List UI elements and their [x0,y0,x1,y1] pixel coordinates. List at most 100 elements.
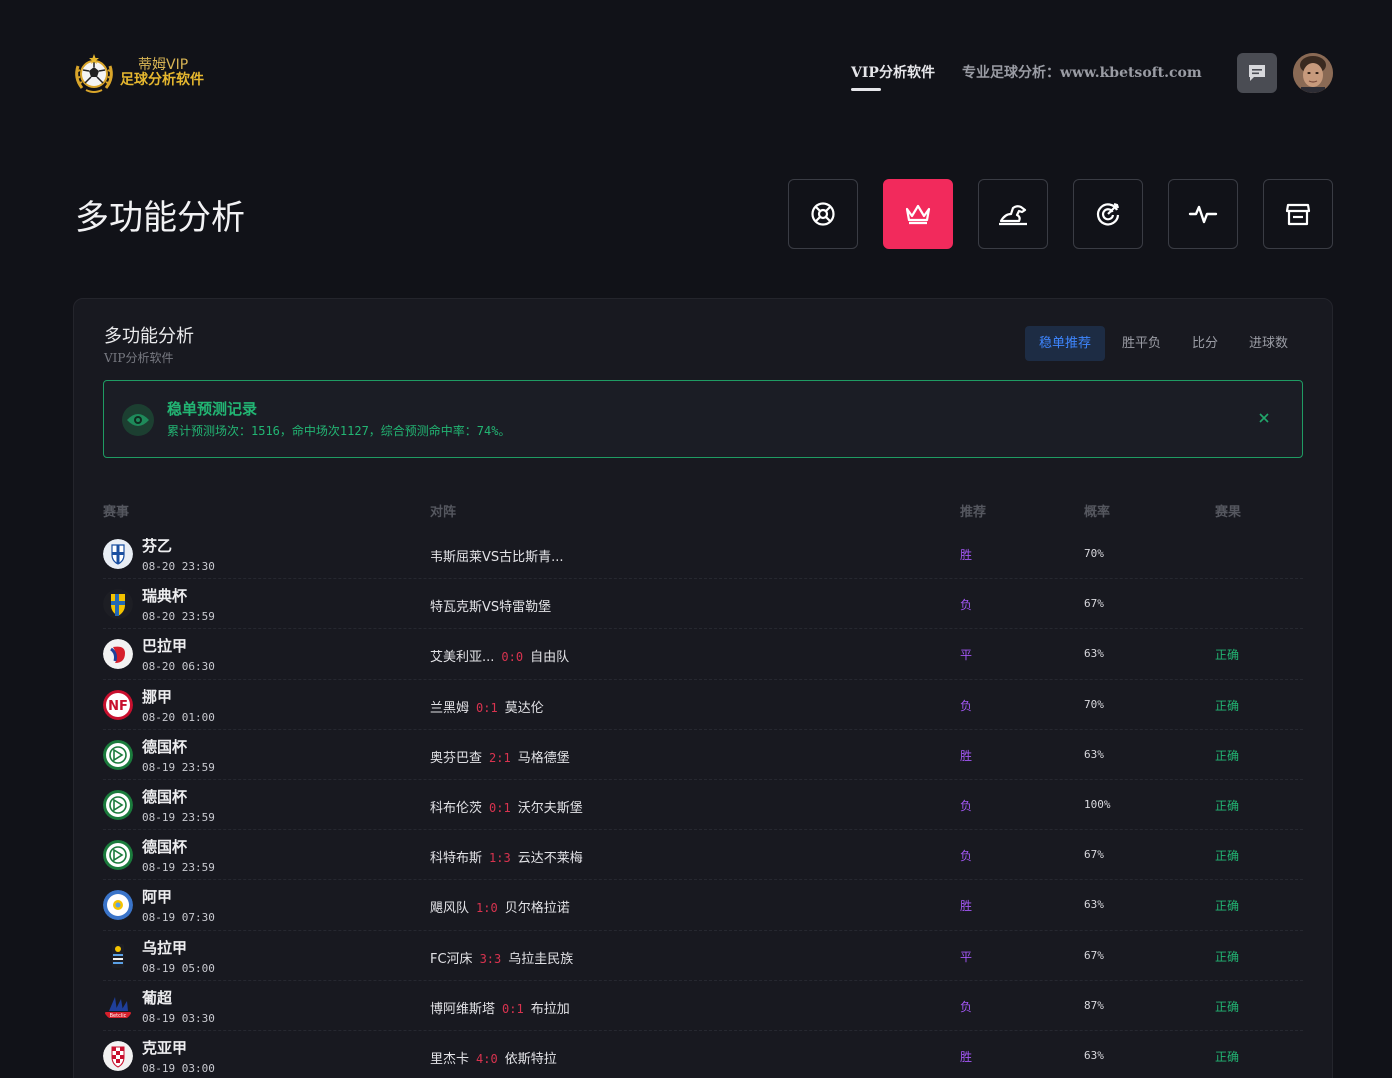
target-icon [1096,202,1120,226]
quick-target-button[interactable] [1073,179,1143,249]
away-team: 莫达伦 [504,700,544,716]
probability: 70% [1084,697,1104,711]
table-row-1[interactable]: 芬乙 08-20 23:30 韦斯屈莱VS古比斯青... 胜 70% [103,529,1303,580]
close-icon[interactable] [1256,410,1272,426]
recommendation: 负 [960,999,973,1014]
tab-score[interactable]: 比分 [1178,326,1232,361]
table-row-4[interactable]: NF 挪甲 08-20 01:00 兰黑姆 0:1 莫达伦 负 70% 正确 [103,680,1303,730]
probability: 70% [1084,547,1104,560]
germany-flag-icon [103,840,133,871]
recommendation: 负 [960,849,973,864]
finland-flag-icon [103,539,133,569]
header-pick: 推荐 [960,505,987,520]
nav-professional-analysis[interactable]: 专业足球分析：www.kbetsoft.com [962,62,1202,82]
match-result: 正确 [1215,899,1240,914]
home-team: 兰黑姆 [430,700,470,716]
user-avatar[interactable] [1293,53,1333,93]
tab-goals[interactable]: 进球数 [1235,326,1302,361]
match-result: 正确 [1215,949,1240,964]
match-teams: 飓风队 1:0 贝尔格拉诺 [430,897,570,916]
match-time: 08-20 06:30 [142,660,215,674]
chat-icon [1249,65,1265,81]
match-time: 08-20 23:59 [142,610,215,624]
eye-icon [122,404,154,436]
match-time: 08-19 07:30 [142,911,215,925]
alert-title: 稳单预测记录 [167,400,258,418]
match-teams: FC河床 3:3 乌拉圭民族 [430,948,573,967]
probability: 67% [1084,597,1104,611]
quick-pulse-button[interactable] [1168,179,1238,249]
germany-flag-icon [103,789,133,820]
brand-line1: 蒂姆VIP [138,57,189,73]
quick-store-button[interactable] [1263,179,1333,249]
probability: 87% [1084,998,1104,1012]
prediction-record-alert: 稳单预测记录 累计预测场次：1516，命中场次1127，综合预测命中率：74%。 [103,380,1303,458]
quick-football-button[interactable] [788,179,858,249]
message-button[interactable] [1237,53,1277,93]
table-row-5[interactable]: 德国杯 08-19 23:59 奥芬巴查 2:1 马格德堡 胜 63% 正确 [103,730,1303,780]
tab-stable-pick[interactable]: 稳单推荐 [1024,326,1105,361]
match-result: 正确 [1215,798,1240,813]
home-team: 里杰卡 [430,1051,470,1067]
match-teams: 里杰卡 4:0 依斯特拉 [430,1048,557,1067]
header-match: 对阵 [430,505,457,520]
home-team: 科特布斯 [430,851,483,867]
panel-subtitle: VIP分析软件 [104,351,174,365]
svg-text:Betclic: Betclic [110,1013,127,1019]
match-time: 08-20 23:30 [142,560,215,573]
match-time: 08-19 23:59 [142,810,215,824]
table-row-3[interactable]: 巴拉甲 08-20 06:30 艾美利亚... 0:0 自由队 平 63% 正确 [103,629,1303,680]
away-team: 沃尔夫斯堡 [517,800,583,816]
nav-vip-software[interactable]: VIP分析软件 [851,62,935,91]
recommendation: 负 [960,698,973,713]
away-team: 乌拉圭民族 [508,951,574,967]
match-result: 正确 [1215,748,1240,763]
match-time: 08-19 05:00 [142,961,215,975]
quick-horse-button[interactable] [978,179,1048,249]
tab-win-draw-loss[interactable]: 胜平负 [1108,326,1175,361]
away-team: 云达不莱梅 [517,851,583,867]
quick-crown-button[interactable] [883,179,953,249]
table-row-11[interactable]: 克亚甲 08-19 03:00 里杰卡 4:0 依斯特拉 胜 63% 正确 [103,1031,1303,1078]
brand-line2: 足球分析软件 [120,72,204,88]
league-name: 乌拉甲 [142,938,188,957]
probability: 63% [1084,747,1104,761]
portugal-flag-icon: Betclic [103,991,133,1021]
header-result: 赛果 [1215,505,1242,520]
table-row-6[interactable]: 德国杯 08-19 23:59 科布伦茨 0:1 沃尔夫斯堡 负 100% 正确 [103,780,1303,831]
croatia-flag-icon [103,1040,133,1071]
match-teams: 韦斯屈莱VS古比斯青... [430,546,564,565]
home-team: 奥芬巴查 [430,750,483,766]
match-teams: 艾美利亚... 0:0 自由队 [430,646,569,665]
brand-logo[interactable]: 蒂姆VIP 足球分析软件 [72,52,204,94]
match-teams: 兰黑姆 0:1 莫达伦 [430,697,544,716]
league-name: 葡超 [142,988,173,1007]
match-time: 08-19 03:30 [142,1011,215,1025]
home-team: 艾美利亚... [430,650,495,666]
home-team: 特瓦克斯VS特雷勒堡 [430,600,552,616]
probability: 100% [1084,797,1111,811]
table-row-2[interactable]: 瑞典杯 08-20 23:59 特瓦克斯VS特雷勒堡 负 67% [103,579,1303,630]
match-score: 1:3 [489,851,511,866]
home-team: 科布伦茨 [430,800,483,816]
table-row-9[interactable]: 乌拉甲 08-19 05:00 FC河床 3:3 乌拉圭民族 平 67% 正确 [103,931,1303,981]
paraguay-flag-icon [103,639,133,670]
match-time: 08-19 23:59 [142,760,215,774]
panel-tabs: 稳单推荐 胜平负 比分 进球数 [1022,326,1302,361]
table-row-7[interactable]: 德国杯 08-19 23:59 科特布斯 1:3 云达不莱梅 负 67% 正确 [103,830,1303,881]
match-score: 0:0 [501,650,524,665]
table-row-10[interactable]: Betclic 葡超 08-19 03:30 博阿维斯塔 0:1 布拉加 负 87%… [103,981,1303,1031]
main-nav: VIP分析软件 专业足球分析：www.kbetsoft.com [851,62,1202,91]
home-team: 博阿维斯塔 [430,1001,496,1017]
pulse-icon [1188,205,1218,224]
away-team: 自由队 [530,650,570,666]
away-team: 依斯特拉 [504,1051,557,1067]
match-score: 3:3 [479,951,502,966]
match-time: 08-19 03:00 [142,1061,215,1075]
table-row-8[interactable]: 阿甲 08-19 07:30 飓风队 1:0 贝尔格拉诺 胜 63% 正确 [103,880,1303,931]
norway-flag-icon: NF [103,689,133,720]
svg-text:NF: NF [108,699,128,714]
home-team: 韦斯屈莱VS古比斯青... [430,550,564,565]
recommendation: 胜 [960,548,973,562]
probability: 63% [1084,1048,1104,1062]
